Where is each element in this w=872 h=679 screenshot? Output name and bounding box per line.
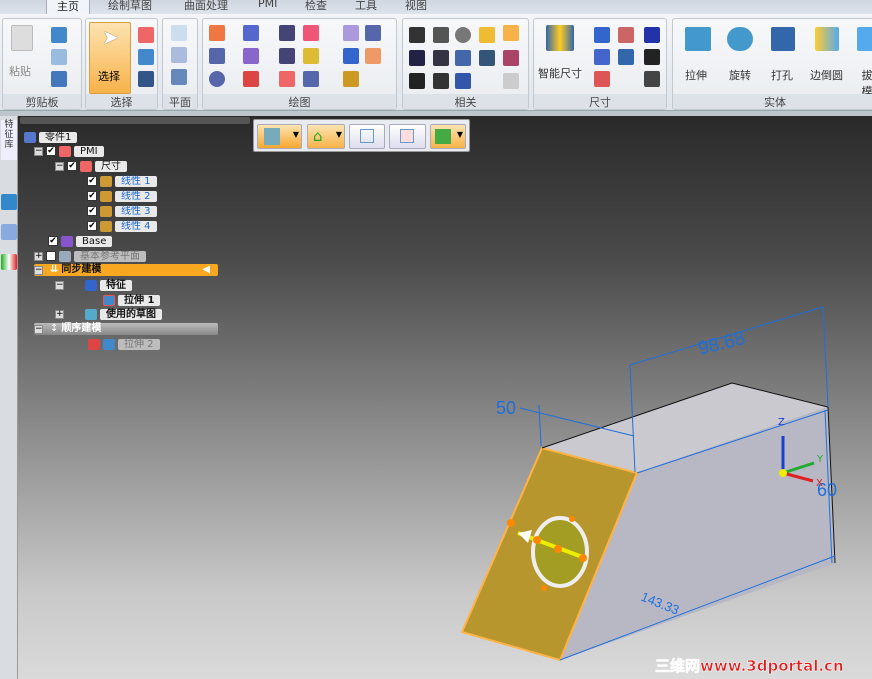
dimension-50: 50 [496, 398, 516, 418]
x-label: X [816, 478, 823, 489]
z-label: Z [778, 417, 785, 428]
dimension-98-68: 98.68 [696, 328, 747, 360]
watermark: 三维网www.3dportal.cn [655, 657, 844, 675]
y-label: Y [816, 454, 824, 465]
model-view: 98.68 50 60 143.33 Z Y X 三维网www.3dportal… [460, 306, 844, 675]
